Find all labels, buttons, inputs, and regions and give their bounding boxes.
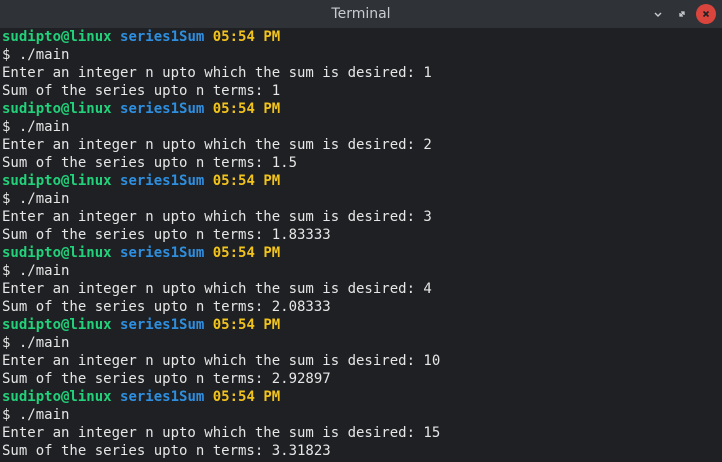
maximize-icon	[679, 11, 685, 17]
prompt-time: 05:54 PM	[212, 173, 281, 189]
command-line: $ ./main	[2, 191, 70, 207]
prompt-user: sudipto@linux	[2, 173, 112, 189]
prompt-line: sudipto@linux series1Sum 05:54 PM	[2, 100, 722, 118]
input-prompt-line: Enter an integer n upto which the sum is…	[2, 137, 432, 153]
window-title: Terminal	[331, 6, 391, 22]
command-line: $ ./main	[2, 407, 70, 423]
prompt-time: 05:54 PM	[212, 101, 281, 117]
prompt-directory: series1Sum	[120, 29, 205, 45]
result-line: Sum of the series upto n terms: 3.31823	[2, 443, 331, 459]
prompt-user: sudipto@linux	[2, 317, 112, 333]
command-line: $ ./main	[2, 263, 70, 279]
close-button[interactable]	[696, 4, 716, 24]
prompt-directory: series1Sum	[120, 101, 205, 117]
input-prompt-line: Enter an integer n upto which the sum is…	[2, 209, 432, 225]
input-prompt-line: Enter an integer n upto which the sum is…	[2, 65, 432, 81]
terminal-window: Terminal sudipto@linux series1Sum 05:54 …	[0, 0, 722, 462]
input-prompt-line: Enter an integer n upto which the sum is…	[2, 353, 441, 369]
prompt-directory: series1Sum	[120, 173, 205, 189]
command-line: $ ./main	[2, 119, 70, 135]
prompt-line: sudipto@linux series1Sum 05:54 PM	[2, 388, 722, 406]
prompt-directory: series1Sum	[120, 317, 205, 333]
prompt-time: 05:54 PM	[212, 389, 281, 405]
result-line: Sum of the series upto n terms: 2.92897	[2, 371, 331, 387]
prompt-user: sudipto@linux	[2, 389, 112, 405]
close-icon	[702, 10, 710, 18]
window-controls	[648, 4, 716, 24]
prompt-line: sudipto@linux series1Sum 05:54 PM	[2, 28, 722, 46]
prompt-user: sudipto@linux	[2, 101, 112, 117]
prompt-time: 05:54 PM	[212, 317, 281, 333]
input-prompt-line: Enter an integer n upto which the sum is…	[2, 425, 441, 441]
prompt-user: sudipto@linux	[2, 29, 112, 45]
result-line: Sum of the series upto n terms: 2.08333	[2, 299, 331, 315]
prompt-time: 05:54 PM	[212, 29, 281, 45]
result-line: Sum of the series upto n terms: 1	[2, 83, 281, 99]
prompt-line: sudipto@linux series1Sum 05:54 PM	[2, 244, 722, 262]
minimize-button[interactable]	[648, 4, 668, 24]
prompt-time: 05:54 PM	[212, 245, 281, 261]
title-bar[interactable]: Terminal	[0, 0, 722, 28]
minimize-icon	[654, 12, 662, 17]
command-line: $ ./main	[2, 47, 70, 63]
result-line: Sum of the series upto n terms: 1.83333	[2, 227, 331, 243]
prompt-directory: series1Sum	[120, 245, 205, 261]
terminal-output[interactable]: sudipto@linux series1Sum 05:54 PM $ ./mai…	[0, 28, 722, 462]
input-prompt-line: Enter an integer n upto which the sum is…	[2, 281, 432, 297]
prompt-user: sudipto@linux	[2, 245, 112, 261]
prompt-line: sudipto@linux series1Sum 05:54 PM	[2, 172, 722, 190]
maximize-button[interactable]	[672, 4, 692, 24]
prompt-directory: series1Sum	[120, 389, 205, 405]
command-line: $ ./main	[2, 335, 70, 351]
prompt-line: sudipto@linux series1Sum 05:54 PM	[2, 316, 722, 334]
result-line: Sum of the series upto n terms: 1.5	[2, 155, 298, 171]
